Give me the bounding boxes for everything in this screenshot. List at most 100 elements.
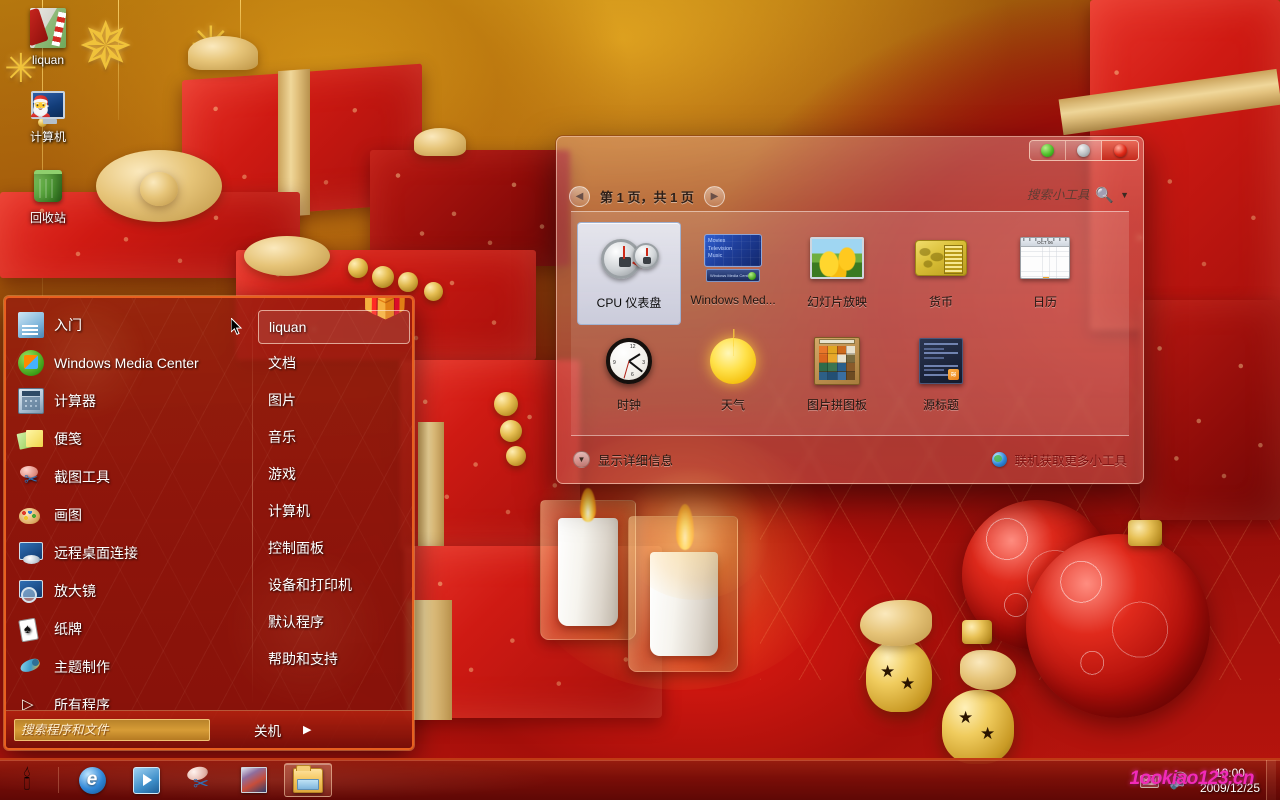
gadget-item-weather[interactable]: 天气: [681, 325, 785, 428]
start-item-label: 截图工具: [54, 469, 110, 485]
windows-media-center-icon: [18, 350, 44, 376]
taskbar-button-windows-explorer[interactable]: [284, 763, 332, 797]
gadget-item-windows-media-center[interactable]: Movies Television Music Windows Media Cent…: [681, 222, 785, 325]
taskbar-clock[interactable]: 10:00 2009/12/25: [1200, 766, 1260, 796]
start-item-sticky-notes[interactable]: 便笺: [12, 420, 254, 458]
ornament-cap: [962, 620, 992, 644]
tray-keyboard-button[interactable]: [1140, 774, 1160, 788]
taskbar-button-snipping-tool[interactable]: [176, 763, 224, 797]
start-item-theme-creator[interactable]: 主题制作: [12, 648, 254, 686]
start-menu-search-input[interactable]: [14, 718, 210, 741]
desktop-icon-label: 计算机: [29, 130, 66, 144]
desktop-icon-recycle-bin[interactable]: 回收站: [0, 164, 96, 225]
start-item-label: 画图: [54, 507, 82, 523]
start-item-paint[interactable]: 画图: [12, 496, 254, 534]
calculator-icon: [18, 388, 44, 414]
start-item-windows-media-center[interactable]: Windows Media Center: [12, 344, 254, 382]
get-more-gadgets-link[interactable]: 联机获取更多小工具: [992, 450, 1127, 469]
taskbar: 🕯 🔊 10:00 2009/12/25 1ookiao123.cn: [0, 758, 1280, 800]
start-item-calculator[interactable]: 计算器: [12, 382, 254, 420]
taskbar-button-art-app[interactable]: [230, 763, 278, 797]
santa-decoration: 🎅: [28, 96, 53, 118]
start-button[interactable]: 🕯: [2, 761, 52, 799]
show-details-button[interactable]: ▼ 显示详细信息: [573, 450, 673, 469]
gold-bead: [500, 420, 522, 442]
candle-wax: [558, 518, 618, 626]
christmas-ornament: [1026, 534, 1210, 718]
start-right-item-games[interactable]: 游戏: [258, 455, 410, 492]
start-right-item-control-panel[interactable]: 控制面板: [258, 529, 410, 566]
close-ornament-icon: [1113, 144, 1127, 157]
internet-explorer-icon: [78, 766, 106, 794]
windows-media-center-thumb-icon: Movies Television Music Windows Media Cent…: [702, 230, 764, 286]
gadget-item-feed-headlines[interactable]: ≋ 源标题: [889, 325, 993, 428]
start-item-label: 入门: [54, 317, 82, 333]
start-right-item-music[interactable]: 音乐: [258, 418, 410, 455]
start-right-item-pictures[interactable]: 图片: [258, 381, 410, 418]
gadget-item-slideshow[interactable]: 幻灯片放映: [785, 222, 889, 325]
ornament-swirl: [1026, 534, 1210, 718]
start-item-label: 放大镜: [54, 583, 96, 599]
bell-star: ★: [958, 708, 974, 727]
start-right-item-computer[interactable]: 计算机: [258, 492, 410, 529]
start-item-magnifier[interactable]: 放大镜: [12, 572, 254, 610]
search-icon[interactable]: 🔍: [1095, 186, 1114, 204]
volume-icon: 🔊: [1169, 773, 1189, 790]
start-item-getting-started[interactable]: 入门: [12, 306, 254, 344]
start-item-solitaire[interactable]: 纸牌: [12, 610, 254, 648]
gadget-name: Windows Med...: [690, 293, 776, 307]
gadget-window-titlebar[interactable]: [557, 137, 1143, 181]
maximize-button[interactable]: [1066, 141, 1102, 160]
tray-volume-button[interactable]: 🔊: [1169, 771, 1189, 791]
gift-box: [1140, 300, 1280, 520]
start-right-item-help-and-support[interactable]: 帮助和支持: [258, 640, 410, 677]
gold-bead: [506, 446, 526, 466]
gadget-item-cpu-meter[interactable]: CPU 仪表盘: [577, 222, 681, 325]
start-right-item-label: 文档: [268, 354, 296, 371]
desktop-icon-liquan[interactable]: liquan: [0, 6, 96, 67]
window-controls: [1029, 140, 1139, 161]
close-button[interactable]: [1102, 141, 1138, 160]
theme-creator-icon: [18, 654, 44, 680]
feed-headlines-thumb-icon: ≋: [910, 333, 972, 389]
gadget-item-clock[interactable]: 12 3 6 9 时钟: [577, 325, 681, 428]
gadget-item-picture-puzzle[interactable]: 图片拼图板: [785, 325, 889, 428]
start-menu-footer: 关机 ▶: [6, 710, 412, 748]
shutdown-options-arrow-icon[interactable]: ▶: [303, 723, 311, 736]
gold-bow: [414, 128, 466, 156]
taskbar-button-internet-explorer[interactable]: [68, 763, 116, 797]
start-right-item-devices-and-printers[interactable]: 设备和打印机: [258, 566, 410, 603]
show-details-label: 显示详细信息: [598, 453, 674, 468]
minimize-button[interactable]: [1030, 141, 1066, 160]
gadget-name: 日历: [1032, 295, 1057, 309]
start-item-label: 纸牌: [54, 621, 82, 637]
start-menu-right-column: liquan 文档 图片 音乐 游戏 计算机 控制面板 设备和打印机 默认程序 …: [252, 298, 410, 712]
start-item-remote-desktop[interactable]: 远程桌面连接: [12, 534, 254, 572]
recycle-bin-icon: [26, 164, 70, 208]
ornament-cap: [1128, 520, 1162, 546]
chevron-down-icon[interactable]: ▼: [1120, 190, 1129, 200]
gadget-item-currency[interactable]: 货币: [889, 222, 993, 325]
gadget-search-input[interactable]: [919, 185, 1090, 205]
desktop-icon-computer[interactable]: 🎅 计算机: [0, 83, 96, 144]
start-right-item-liquan[interactable]: liquan: [258, 310, 410, 344]
keyboard-icon: [1140, 774, 1160, 788]
previous-page-button[interactable]: ◀: [569, 185, 590, 207]
gift-box: [370, 150, 570, 266]
show-desktop-button[interactable]: [1266, 760, 1276, 800]
start-item-snipping-tool[interactable]: 截图工具: [12, 458, 254, 496]
clock-thumb-icon: 12 3 6 9: [598, 333, 660, 389]
start-menu[interactable]: 🎁 入门 Windows Media Center 计算器 便笺 截图工具: [4, 296, 414, 750]
shutdown-button[interactable]: 关机: [254, 720, 281, 740]
taskbar-button-windows-media-player[interactable]: [122, 763, 170, 797]
next-page-button[interactable]: ▶: [703, 185, 725, 207]
picture-puzzle-thumb-icon: [806, 333, 868, 389]
gadget-item-calendar[interactable]: OCT 06 日历: [993, 222, 1097, 325]
art-app-icon: [241, 767, 267, 793]
gadget-gallery-window[interactable]: ◀ 第 1 页，共 1 页 ▶ 🔍 ▼: [556, 136, 1144, 484]
start-right-item-label: liquan: [269, 319, 307, 335]
start-right-item-label: 计算机: [268, 502, 310, 519]
start-right-item-documents[interactable]: 文档: [258, 344, 410, 381]
gold-bead: [424, 282, 443, 301]
start-right-item-default-programs[interactable]: 默认程序: [258, 603, 410, 640]
